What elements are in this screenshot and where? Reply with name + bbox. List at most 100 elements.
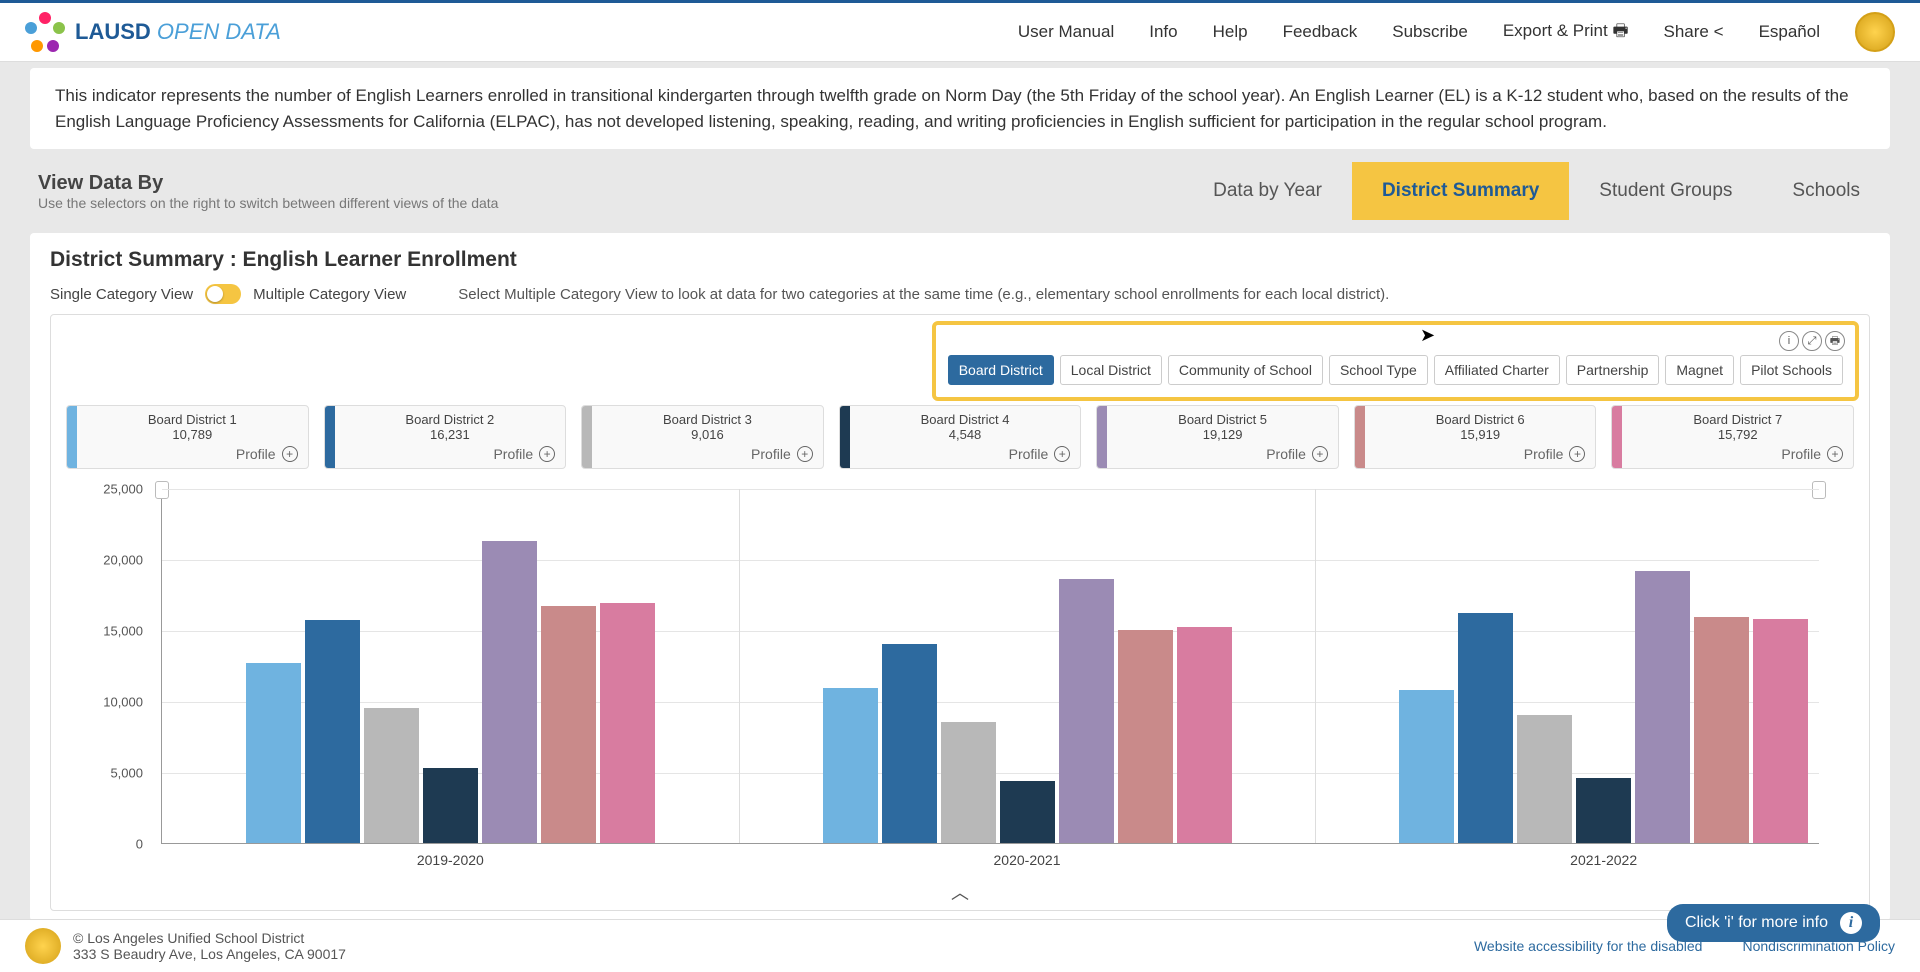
tab-district-summary[interactable]: District Summary: [1352, 162, 1569, 220]
x-tick-label: 2020-2021: [994, 852, 1061, 868]
district-card[interactable]: Board District 615,919Profile +: [1354, 405, 1597, 469]
district-card[interactable]: Board District 39,016Profile +: [581, 405, 824, 469]
bar[interactable]: [1635, 571, 1690, 843]
profile-link[interactable]: Profile +: [345, 446, 556, 462]
card-value: 10,789: [87, 427, 298, 442]
filter-community-of-school[interactable]: Community of School: [1168, 355, 1323, 385]
profile-link[interactable]: Profile +: [87, 446, 298, 462]
range-handle-left[interactable]: [155, 481, 169, 499]
district-cards-row: Board District 110,789Profile +Board Dis…: [66, 405, 1854, 469]
nav-links: User Manual Info Help Feedback Subscribe…: [1018, 12, 1895, 52]
filter-partnership[interactable]: Partnership: [1566, 355, 1660, 385]
nav-help[interactable]: Help: [1213, 22, 1248, 42]
bar-chart: 05,00010,00015,00020,00025,000 2019-2020…: [66, 484, 1854, 874]
nav-subscribe[interactable]: Subscribe: [1392, 22, 1468, 42]
plus-icon: +: [282, 446, 298, 462]
expand-icon[interactable]: ⤢: [1802, 331, 1822, 351]
nav-user-manual[interactable]: User Manual: [1018, 22, 1114, 42]
nav-espanol[interactable]: Español: [1759, 22, 1820, 42]
view-subtitle: Use the selectors on the right to switch…: [38, 195, 498, 211]
plus-icon: +: [539, 446, 555, 462]
bar[interactable]: [305, 620, 360, 843]
profile-link[interactable]: Profile +: [1632, 446, 1843, 462]
filter-local-district[interactable]: Local District: [1060, 355, 1162, 385]
grid-line: [162, 702, 1819, 703]
bar[interactable]: [364, 708, 419, 843]
nav-export-print[interactable]: Export & Print 🖶: [1503, 18, 1629, 47]
bar[interactable]: [423, 768, 478, 843]
bar[interactable]: [1694, 617, 1749, 843]
print-chart-icon[interactable]: 🖶: [1825, 331, 1845, 351]
district-card[interactable]: Board District 44,548Profile +: [839, 405, 1082, 469]
filter-affiliated-charter[interactable]: Affiliated Charter: [1434, 355, 1560, 385]
plus-icon: +: [1827, 446, 1843, 462]
nav-info[interactable]: Info: [1149, 22, 1177, 42]
main-panel: District Summary : English Learner Enrol…: [30, 233, 1890, 921]
profile-link[interactable]: Profile +: [860, 446, 1071, 462]
group-separator: [1315, 489, 1316, 843]
filter-school-type[interactable]: School Type: [1329, 355, 1428, 385]
card-stripe: [1612, 406, 1622, 468]
toggle-label-single: Single Category View: [50, 286, 193, 303]
filter-magnet[interactable]: Magnet: [1665, 355, 1734, 385]
y-tick-label: 5,000: [110, 766, 143, 781]
bar[interactable]: [1399, 690, 1454, 843]
tab-student-groups[interactable]: Student Groups: [1569, 162, 1762, 220]
profile-link[interactable]: Profile +: [1375, 446, 1586, 462]
plus-icon: +: [1054, 446, 1070, 462]
filter-pilot-schools[interactable]: Pilot Schools: [1740, 355, 1843, 385]
info-pill[interactable]: Click 'i' for more info i: [1667, 904, 1880, 942]
profile-link[interactable]: Profile +: [602, 446, 813, 462]
bar[interactable]: [941, 722, 996, 843]
card-name: Board District 2: [345, 412, 556, 427]
expand-chevron-icon[interactable]: ︿: [66, 879, 1854, 905]
card-stripe: [325, 406, 335, 468]
y-tick-label: 10,000: [103, 695, 143, 710]
category-toggle[interactable]: [205, 284, 241, 304]
logo[interactable]: LAUSD OPEN DATA: [25, 12, 281, 52]
district-card[interactable]: Board District 110,789Profile +: [66, 405, 309, 469]
range-handle-right[interactable]: [1812, 481, 1826, 499]
filter-box: i ⤢ 🖶 Board District Local District Comm…: [932, 321, 1859, 401]
footer-org: © Los Angeles Unified School District: [73, 930, 346, 946]
district-card[interactable]: Board District 519,129Profile +: [1096, 405, 1339, 469]
bar[interactable]: [482, 541, 537, 843]
bar[interactable]: [1118, 630, 1173, 843]
tab-schools[interactable]: Schools: [1762, 162, 1890, 220]
bar[interactable]: [1576, 778, 1631, 843]
card-name: Board District 7: [1632, 412, 1843, 427]
plus-icon: +: [1569, 446, 1585, 462]
y-tick-label: 25,000: [103, 482, 143, 497]
nav-share[interactable]: Share <: [1664, 22, 1724, 42]
plus-icon: +: [797, 446, 813, 462]
filter-board-district[interactable]: Board District: [948, 355, 1054, 385]
card-name: Board District 5: [1117, 412, 1328, 427]
bar[interactable]: [246, 663, 301, 843]
bar[interactable]: [600, 603, 655, 843]
bar[interactable]: [1000, 781, 1055, 843]
bar[interactable]: [1753, 619, 1808, 843]
footer-address: 333 S Beaudry Ave, Los Angeles, CA 90017: [73, 946, 346, 962]
card-stripe: [582, 406, 592, 468]
info-icon[interactable]: i: [1779, 331, 1799, 351]
district-card[interactable]: Board District 715,792Profile +: [1611, 405, 1854, 469]
bar[interactable]: [1059, 579, 1114, 843]
footer-link-accessibility[interactable]: Website accessibility for the disabled: [1474, 938, 1703, 954]
toggle-label-multiple: Multiple Category View: [253, 286, 406, 303]
view-tabs: Data by Year District Summary Student Gr…: [1183, 162, 1890, 220]
nav-feedback[interactable]: Feedback: [1283, 22, 1358, 42]
plus-icon: +: [1312, 446, 1328, 462]
district-card[interactable]: Board District 216,231Profile +: [324, 405, 567, 469]
bar[interactable]: [1177, 627, 1232, 843]
district-seal-icon[interactable]: [1855, 12, 1895, 52]
bar[interactable]: [1458, 613, 1513, 843]
bar[interactable]: [541, 606, 596, 843]
panel-title: District Summary : English Learner Enrol…: [50, 248, 1870, 272]
card-value: 4,548: [860, 427, 1071, 442]
bar[interactable]: [1517, 715, 1572, 843]
tab-data-by-year[interactable]: Data by Year: [1183, 162, 1352, 220]
bar[interactable]: [823, 688, 878, 843]
profile-link[interactable]: Profile +: [1117, 446, 1328, 462]
bar[interactable]: [882, 644, 937, 843]
card-name: Board District 6: [1375, 412, 1586, 427]
